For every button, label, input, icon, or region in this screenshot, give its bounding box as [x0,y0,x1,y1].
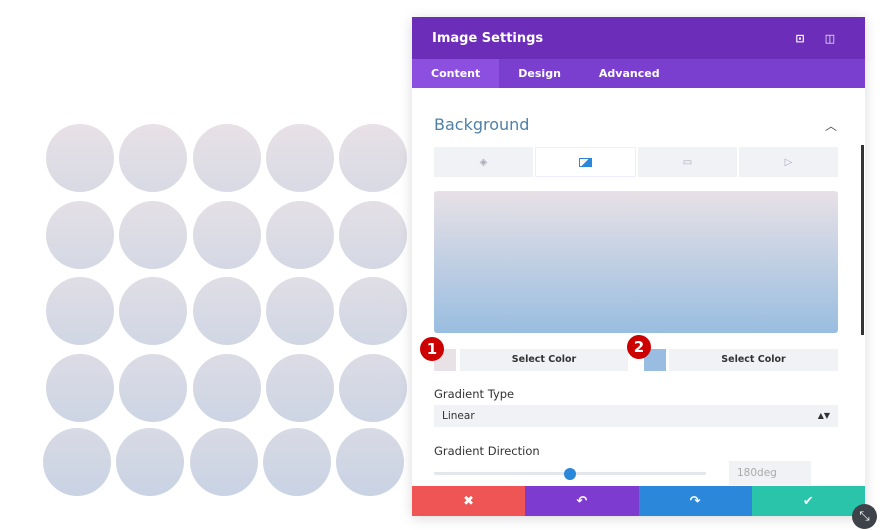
bg-gradient-tab[interactable] [535,147,636,177]
gradient-icon [579,157,592,167]
image-settings-modal: Image Settings ⊡ ◫ Content Design Advanc… [412,17,865,516]
gradient-circle [339,354,408,422]
bg-color-tab[interactable]: ◈ [434,147,533,177]
gradient-circle [192,354,261,422]
gradient-circle [265,201,334,269]
undo-button[interactable]: ↶ [525,486,639,516]
modal-title: Image Settings [432,30,544,46]
gradient-circle [46,201,114,269]
badge-1: 1 [420,337,444,361]
bg-image-tab[interactable]: ▭ [638,147,737,177]
gradient-circle [119,124,188,192]
gradient-type-select[interactable]: Linear ▲▼ [434,405,838,427]
direction-input[interactable]: 180deg [729,461,811,485]
select-color-button-2[interactable]: Select Color [669,349,838,371]
gradient-circle [339,201,408,269]
gradient-circle [265,277,334,345]
scrollbar[interactable] [861,145,864,335]
save-button[interactable]: ✔ [751,486,865,516]
gradient-circle [46,354,114,422]
chevron-up-icon[interactable]: ︿ [825,117,837,134]
tab-design[interactable]: Design [499,59,580,88]
gradient-circle [192,277,261,345]
gradient-circle [119,277,188,345]
gradient-type-value: Linear [442,410,475,422]
gradient-circle [119,201,188,269]
gradient-circle [46,124,114,192]
modal-header: Image Settings ⊡ ◫ [412,17,865,59]
select-arrows-icon: ▲▼ [817,411,830,420]
paint-bucket-icon: ◈ [479,156,488,168]
gradient-circle [265,124,334,192]
resize-handle-icon[interactable]: ⤡ [852,504,877,529]
modal-tabs: Content Design Advanced [412,59,865,88]
image-icon: ▭ [682,156,693,168]
section-title[interactable]: Background [434,115,529,134]
badge-2: 2 [627,335,651,359]
tab-content[interactable]: Content [412,59,500,88]
video-icon: ▷ [784,156,793,168]
tab-advanced[interactable]: Advanced [580,59,679,88]
gradient-circle [116,428,185,496]
gradient-type-label: Gradient Type [434,387,515,401]
fullscreen-icon[interactable]: ⊡ [785,32,815,45]
gradient-circle [189,428,258,496]
gradient-circle [119,354,188,422]
gradient-circle [265,354,334,422]
gradient-direction-label: Gradient Direction [434,444,540,458]
gradient-circle [192,201,261,269]
gradient-circle [339,277,408,345]
direction-slider-handle[interactable] [564,468,576,480]
gradient-circle [43,428,111,496]
redo-button[interactable]: ↷ [638,486,752,516]
sidebar-toggle-icon[interactable]: ◫ [815,32,845,45]
cancel-button[interactable]: ✖ [412,486,526,516]
gradient-circle [336,428,405,496]
gradient-circle [262,428,331,496]
select-color-button-1[interactable]: Select Color [460,349,628,371]
bg-video-tab[interactable]: ▷ [739,147,838,177]
gradient-circle [46,277,114,345]
gradient-preview [434,191,838,333]
gradient-circle [339,124,408,192]
gradient-circle [192,124,261,192]
